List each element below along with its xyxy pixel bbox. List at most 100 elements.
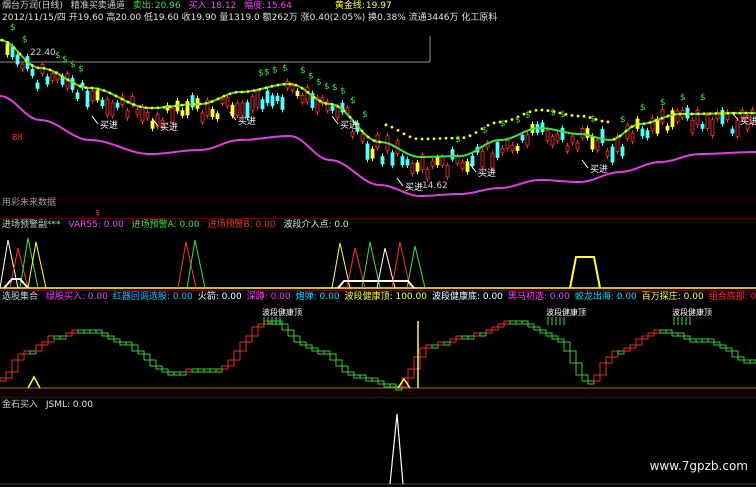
step-bar [293, 335, 301, 343]
channel-dot [678, 112, 682, 116]
buy-signal: 买进 [340, 120, 358, 131]
channel-dot [684, 112, 688, 116]
candle-body [145, 111, 150, 119]
candle-body [490, 153, 495, 169]
candle-body [390, 152, 395, 166]
step-bar [605, 356, 613, 364]
channel-dot [426, 137, 430, 141]
sell-signal: $ [700, 93, 706, 103]
step-bar [233, 350, 241, 361]
step-bar [461, 335, 469, 340]
candle-body [470, 155, 475, 167]
step-bar [659, 329, 667, 334]
candle-body [200, 112, 205, 123]
step-bar [173, 371, 181, 376]
channel-dot [462, 136, 466, 140]
channel-dot [72, 81, 76, 85]
selection-item-10: 组合底部: 0.00 [708, 292, 756, 302]
candle-body [545, 129, 550, 141]
channel-dot [630, 125, 634, 129]
step-bar [665, 329, 673, 334]
main-chart-panel[interactable]: $ $ $ $ $ $ $ $ $ $ $ $ $ $ $ $ $ $ $ $ $ $ $ $ $ $ $ $ $ $ $ 买进 买进 买进 买进买… [0, 0, 756, 219]
step-bar [563, 341, 571, 352]
step-bar [689, 338, 697, 343]
candle-body [290, 85, 295, 91]
sell-signal: $ [350, 96, 356, 106]
channel-dot [570, 114, 574, 117]
sell-signal: $ [258, 69, 264, 79]
selection-item-7: 黑马初选: 0.00 [507, 292, 570, 302]
selection-item-0: 绿股买入: 0.00 [45, 292, 108, 302]
channel-dot [222, 94, 226, 98]
gold-buy-chart[interactable] [0, 398, 756, 487]
step-bar [497, 323, 505, 328]
candle-body [705, 114, 710, 129]
channel-dot [228, 92, 232, 96]
main-chart[interactable]: $$$ $ $ $ $ $ $ $ $$$ $ $ $$$$$$ $ $ $ $ $ $$ $ $ $买进 买进买进 买进买… [0, 0, 756, 218]
step-bar [581, 374, 589, 382]
candle-body [700, 123, 705, 129]
entry-warning-panel[interactable]: 进场预警副*** VAR55: 0.00 进场预警A: 0.00 进场预警B: … [0, 219, 756, 291]
candle-body [590, 135, 595, 150]
channel-dot [42, 66, 46, 70]
step-bar [503, 320, 511, 325]
candle-body [240, 102, 245, 116]
candle-body [125, 110, 130, 119]
step-bar [611, 350, 619, 358]
buy-arrow [581, 159, 589, 169]
step-bar [287, 329, 295, 337]
channel-dot [156, 106, 160, 110]
candle-body [245, 102, 250, 118]
step-bar [545, 332, 553, 337]
amp-value: 15.64 [266, 1, 292, 11]
candle-body [45, 76, 50, 85]
candle-body [140, 106, 145, 122]
sell-signal: $ [340, 87, 346, 97]
step-bar [377, 380, 385, 385]
panel3-title: 选股集合 [2, 292, 39, 302]
channel-dot [36, 66, 40, 70]
candle-body [100, 99, 105, 107]
channel-dot [192, 102, 196, 106]
step-bar [425, 344, 433, 349]
channel-dot [648, 121, 652, 124]
step-bar [467, 335, 475, 340]
candle-body [460, 161, 465, 170]
channel-dot [126, 100, 130, 104]
channel-dot [702, 112, 706, 116]
step-bar [599, 362, 607, 376]
step-bar [329, 353, 337, 361]
candle-body [5, 43, 10, 56]
candle-body [275, 95, 280, 102]
channel-dot [48, 68, 52, 72]
candle-body [380, 156, 385, 165]
gold-buy-panel[interactable]: 金石买入 JSML: 0.00 www.7gpzb.com [0, 398, 756, 487]
step-bar [491, 326, 499, 331]
step-bar [365, 377, 373, 382]
channel-dot [336, 104, 340, 108]
step-bar [431, 344, 439, 349]
channel-dot [102, 89, 106, 92]
channel-dot [258, 87, 262, 91]
candle-body [110, 102, 115, 117]
channel-dot [24, 58, 28, 62]
candle-body [445, 165, 450, 178]
step-bar [41, 341, 49, 346]
step-bar [539, 329, 547, 334]
selection-item-8: 蛟龙出海: 0.00 [574, 292, 637, 302]
candle-body [105, 98, 110, 116]
channel-dot [66, 78, 70, 82]
sell-signal: $ [308, 71, 314, 81]
candle-body [690, 119, 695, 134]
sell-signal: $ [22, 35, 28, 45]
buy-signal: 买进 [405, 182, 423, 193]
channel-dot [744, 111, 748, 115]
stock-selection-panel[interactable]: 波段健康顶 波段健康顶 波段健康顶 选股集合 绿股买入: 0.00 红器回调选股: 0… [0, 291, 756, 398]
channel-dot [414, 137, 418, 141]
channel-dot [204, 101, 208, 105]
step-bar [101, 332, 109, 337]
step-bar [371, 377, 379, 382]
panel2-title: 进场预警副*** [2, 220, 61, 230]
channel-dot [150, 106, 154, 110]
stock-selection-chart[interactable]: 波段健康顶 波段健康顶 波段健康顶 [0, 291, 756, 397]
